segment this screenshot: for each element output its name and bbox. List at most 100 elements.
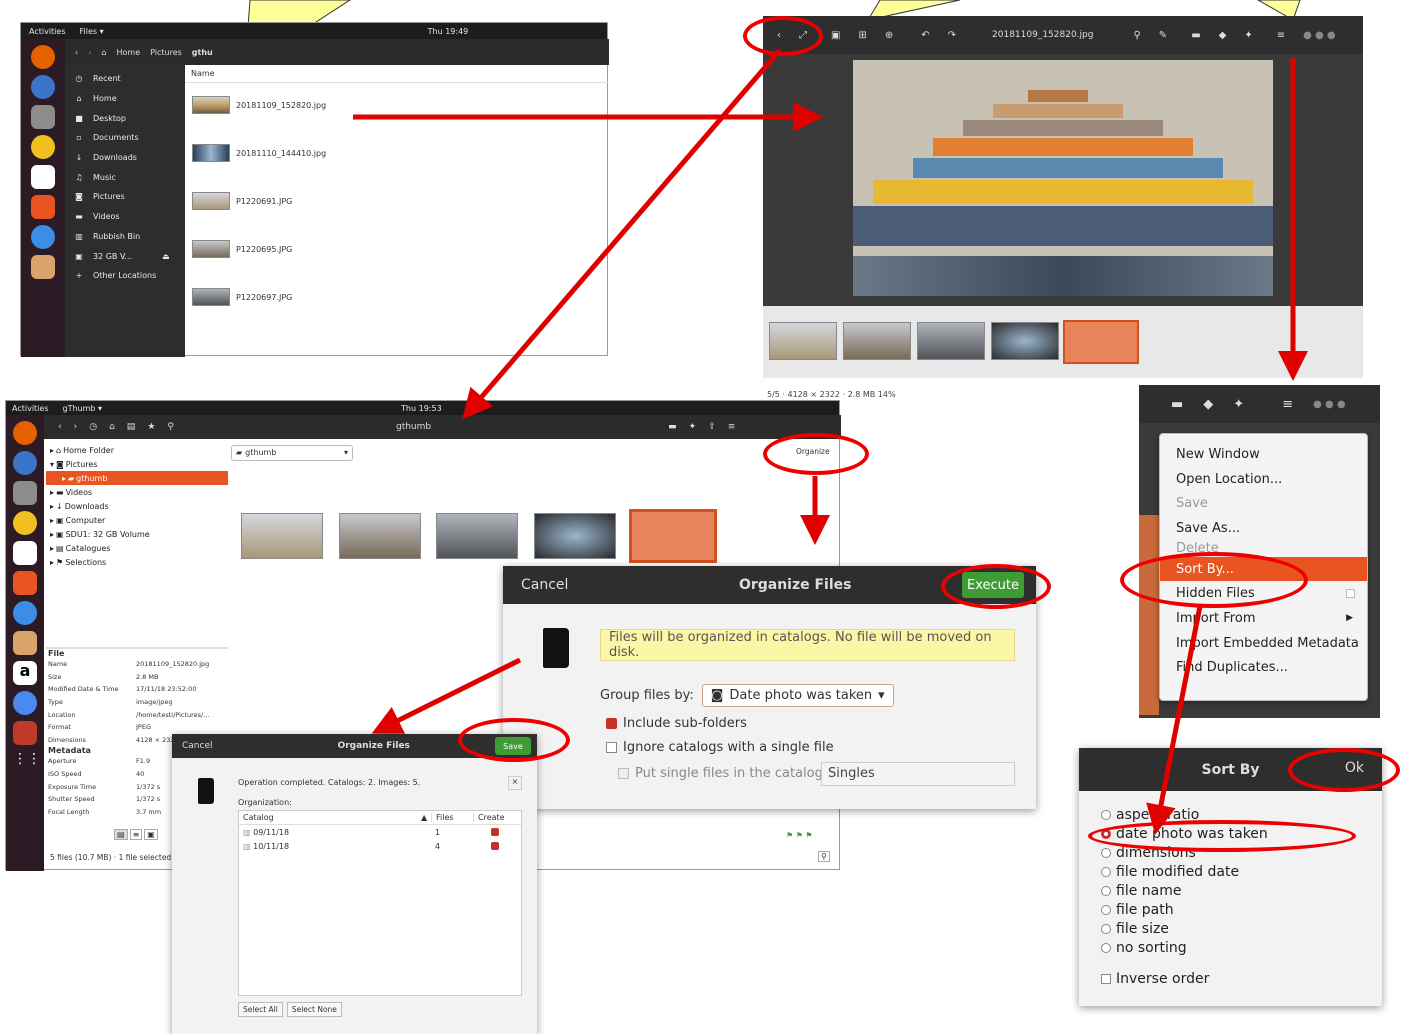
menu-icon[interactable]: ≡ <box>1277 30 1285 41</box>
edit-icon[interactable]: ✎ <box>1159 30 1167 41</box>
tree-item-selections[interactable]: ▸ ⚑ Selections <box>50 555 228 569</box>
window-controls-icon[interactable]: ● ● ● <box>1303 30 1336 41</box>
help-icon[interactable] <box>13 601 37 625</box>
tag-icon[interactable]: ◆ <box>1219 30 1227 41</box>
singles-input[interactable]: Singles <box>821 762 1015 786</box>
writer-icon[interactable] <box>13 541 37 565</box>
menu-item-save-as[interactable]: Save As... <box>1160 516 1367 541</box>
writer-icon[interactable] <box>31 165 55 189</box>
list-item[interactable]: P1220697.JPG <box>192 288 292 306</box>
thunderbird-icon[interactable] <box>13 451 37 475</box>
menu-item-find-duplicates[interactable]: Find Duplicates... <box>1160 656 1367 681</box>
group-by-select[interactable]: ◙ Date photo was taken ▾ <box>701 684 894 707</box>
expand-icon[interactable]: ▸ <box>62 474 66 483</box>
sort-radio[interactable] <box>1101 866 1111 877</box>
sidebar-item-rubbish-bin[interactable]: ▥ Rubbish Bin <box>65 227 185 247</box>
thunderbird-icon[interactable] <box>31 75 55 99</box>
breadcrumb-home[interactable]: Home <box>116 48 140 57</box>
column-header-catalog[interactable]: Catalog <box>239 813 421 822</box>
sort-radio[interactable] <box>1101 904 1111 915</box>
window-controls-icon[interactable]: ● ● ● <box>1313 399 1346 410</box>
include-sub-row[interactable]: Include sub-folders <box>606 716 747 731</box>
hidden-files-checkbox[interactable] <box>1346 589 1355 599</box>
list-item[interactable]: P1220691.JPG <box>192 192 292 210</box>
activities-button[interactable]: Activities <box>12 404 49 413</box>
expand-icon[interactable]: ▸ <box>50 530 54 539</box>
strip-thumbnail[interactable] <box>843 322 911 360</box>
rhythmbox-icon[interactable] <box>13 511 37 535</box>
help-icon[interactable] <box>31 225 55 249</box>
expand-icon[interactable]: ▸ <box>50 558 54 567</box>
sort-option[interactable]: file name <box>1079 881 1382 900</box>
column-header-files[interactable]: Files <box>431 813 473 822</box>
main-image[interactable] <box>853 60 1273 296</box>
sidebar-item-other-locations[interactable]: + Other Locations <box>65 266 185 286</box>
firefox-icon[interactable] <box>31 45 55 69</box>
menu-item-new-window[interactable]: New Window <box>1160 442 1367 467</box>
gthumb-icon[interactable] <box>31 255 55 279</box>
rhythmbox-icon[interactable] <box>31 135 55 159</box>
catalog-icon[interactable]: ▤ <box>127 422 136 432</box>
sidebar-item-volume[interactable]: ▣ 32 GB V... ⏏ <box>65 246 185 266</box>
sidebar-item-documents[interactable]: ▫ Documents <box>65 128 185 148</box>
location-icon[interactable]: ⚲ <box>1133 30 1140 41</box>
create-checkbox[interactable] <box>491 828 499 836</box>
forward-icon[interactable]: › <box>88 48 91 57</box>
browser-thumbnail-selected[interactable] <box>629 509 717 563</box>
rotate-left-icon[interactable]: ↶ <box>921 30 929 41</box>
app-menu[interactable]: gThumb ▾ <box>63 404 103 413</box>
activities-button[interactable]: Activities <box>29 27 66 36</box>
forward-icon[interactable]: › <box>74 422 78 432</box>
properties-view-icon[interactable]: ▤ <box>114 829 128 840</box>
eject-icon[interactable]: ⏏ <box>162 252 170 261</box>
files-icon[interactable] <box>13 481 37 505</box>
expand-icon[interactable]: ▸ <box>50 446 54 455</box>
table-row[interactable]: ▥ 10/11/18 4 <box>239 839 521 853</box>
strip-thumbnail[interactable] <box>917 322 985 360</box>
expand-icon[interactable]: ▸ <box>50 544 54 553</box>
tools-icon[interactable]: ✦ <box>1244 30 1252 41</box>
sort-option[interactable]: no sorting <box>1079 938 1382 957</box>
share-icon[interactable]: ⇪ <box>708 422 716 432</box>
breadcrumb-gthumb[interactable]: gthu <box>192 48 213 57</box>
location-icon[interactable]: ⚲ <box>818 851 830 862</box>
folder-select[interactable]: ▰ gthumb ▾ <box>231 445 353 461</box>
list-item[interactable]: 20181110_144410.jpg <box>192 144 326 162</box>
sort-radio[interactable] <box>1101 847 1111 858</box>
menu-item-import-from[interactable]: Import From ▶ <box>1160 606 1367 631</box>
tree-item-volume[interactable]: ▸ ▣ SDU1: 32 GB Volume <box>50 527 228 541</box>
chrome-icon[interactable] <box>13 691 37 715</box>
gthumb-icon[interactable] <box>13 631 37 655</box>
strip-thumbnail[interactable] <box>769 322 837 360</box>
back-icon[interactable]: ‹ <box>58 422 62 432</box>
show-apps-icon[interactable]: ⋮⋮ <box>13 751 41 775</box>
column-header-name[interactable]: Name <box>185 65 609 83</box>
sort-radio[interactable] <box>1101 923 1111 934</box>
inverse-order-checkbox[interactable] <box>1101 973 1111 984</box>
list-view-icon[interactable]: ≡ <box>129 829 143 840</box>
column-header-create[interactable]: Create <box>473 813 505 822</box>
sort-option[interactable]: file modified date <box>1079 862 1382 881</box>
search-icon[interactable]: ⚲ <box>167 422 174 432</box>
star-icon[interactable]: ★ <box>147 422 155 432</box>
menu-icon[interactable]: ≡ <box>728 422 736 432</box>
tree-item-computer[interactable]: ▸ ▣ Computer <box>50 513 228 527</box>
inverse-order-row[interactable]: Inverse order <box>1079 969 1382 988</box>
menu-item-import-metadata[interactable]: Import Embedded Metadata <box>1160 631 1367 656</box>
tree-item-catalogues[interactable]: ▸ ▤ Catalogues <box>50 541 228 555</box>
software-icon[interactable] <box>13 571 37 595</box>
sort-radio[interactable] <box>1101 809 1111 820</box>
strip-thumbnail-selected[interactable] <box>1063 320 1139 364</box>
cancel-button[interactable]: Cancel <box>182 741 213 751</box>
sidebar-item-pictures[interactable]: ◙ Pictures <box>65 187 185 207</box>
table-row[interactable]: ▥ 09/11/18 1 <box>239 825 521 839</box>
sort-radio[interactable] <box>1101 885 1111 896</box>
history-icon[interactable]: ◷ <box>89 422 97 432</box>
tree-item-pictures[interactable]: ▾ ◙ Pictures <box>50 457 228 471</box>
ignore-single-row[interactable]: Ignore catalogs with a single file <box>606 740 834 755</box>
single-view-icon[interactable]: ▣ <box>831 30 840 41</box>
select-none-button[interactable]: Select None <box>286 1002 342 1017</box>
back-icon[interactable]: ‹ <box>75 48 78 57</box>
create-checkbox[interactable] <box>491 842 499 850</box>
app-menu[interactable]: Files ▾ <box>80 27 104 36</box>
